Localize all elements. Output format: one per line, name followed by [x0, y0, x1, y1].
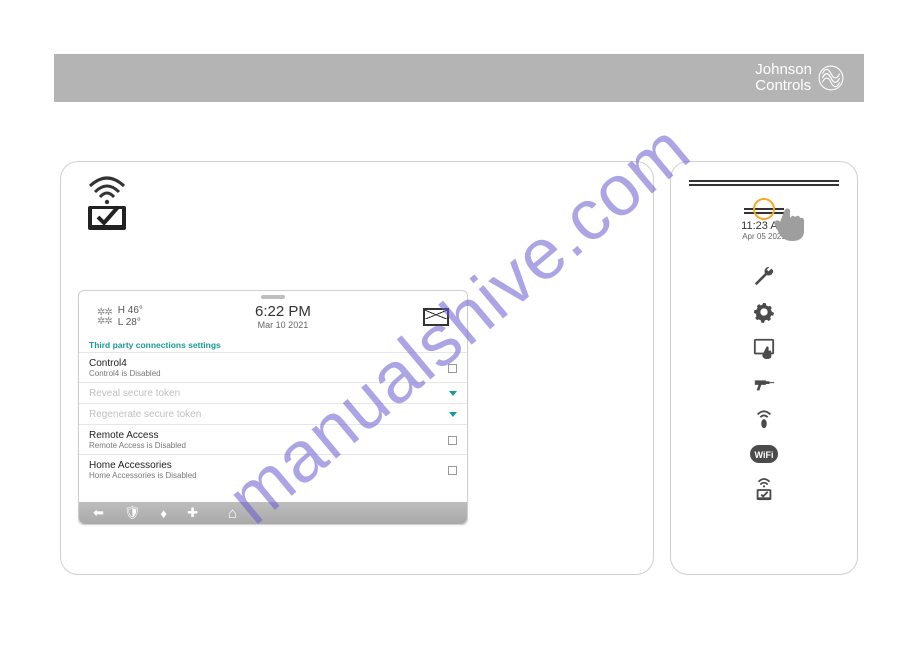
hand-tap-icon — [770, 202, 810, 242]
shield-icon[interactable]: 🛡 — [124, 505, 141, 521]
back-icon[interactable]: ⬅ — [93, 505, 104, 521]
brand-line1: Johnson — [755, 62, 812, 79]
hi-label: H — [118, 305, 125, 316]
gear-icon[interactable] — [753, 301, 775, 323]
chevron-down-icon[interactable] — [449, 412, 457, 417]
drag-handle-icon[interactable] — [689, 180, 839, 186]
side-panel: 11:23 AM Apr 05 2021 WiFi — [670, 161, 858, 575]
flame-icon[interactable]: ♦ — [160, 506, 167, 521]
lo-label: L — [118, 317, 123, 328]
row-title: Control4 — [89, 358, 161, 369]
hi-temp: 46° — [128, 305, 143, 316]
row-title: Home Accessories — [89, 460, 197, 471]
row-title: Regenerate secure token — [89, 409, 201, 420]
row-reveal-token[interactable]: Reveal secure token — [79, 382, 467, 403]
checkbox-icon[interactable] — [448, 436, 457, 445]
home-icon[interactable]: ⌂ — [228, 505, 237, 522]
settings-nav: WiFi — [750, 265, 778, 503]
row-control4[interactable]: Control4Control4 is Disabled — [79, 352, 467, 382]
medical-icon[interactable]: ✚ — [187, 505, 198, 521]
wrench-icon[interactable] — [753, 265, 775, 287]
weather-widget: ✲✲✲✲ H 46° L 28° — [97, 305, 143, 329]
chevron-down-icon[interactable] — [449, 391, 457, 396]
pull-down-gesture: 11:23 AM Apr 05 2021 — [689, 208, 839, 241]
mail-icon[interactable] — [423, 308, 449, 326]
brand-logo: Johnson Controls — [755, 62, 844, 95]
row-home-accessories[interactable]: Home AccessoriesHome Accessories is Disa… — [79, 454, 467, 484]
snowflake-icon: ✲✲✲✲ — [97, 308, 112, 326]
row-title: Reveal secure token — [89, 388, 180, 399]
svg-text:WiFi: WiFi — [755, 450, 774, 460]
brand-mark-icon — [818, 65, 844, 91]
checkbox-icon[interactable] — [448, 466, 457, 475]
bottom-nav: ⬅ 🛡 ♦ ✚ ⌂ — [79, 502, 467, 524]
wifi-badge-icon[interactable]: WiFi — [750, 445, 778, 463]
date-text: Mar 10 2021 — [255, 320, 311, 330]
row-title: Remote Access — [89, 430, 186, 441]
status-bar: ✲✲✲✲ H 46° L 28° 6:22 PM Mar 10 2021 — [79, 299, 467, 336]
touch-screen-icon[interactable] — [753, 337, 775, 359]
section-title: Third party connections settings — [79, 336, 467, 352]
drill-icon[interactable] — [753, 373, 775, 395]
lo-temp: 28° — [126, 317, 141, 328]
wifi-tablet-icon[interactable] — [753, 477, 775, 503]
brand-line2: Controls — [755, 78, 812, 95]
wifi-tablet-check-icon — [80, 174, 134, 234]
row-remote-access[interactable]: Remote AccessRemote Access is Disabled — [79, 424, 467, 454]
device-screen: ✲✲✲✲ H 46° L 28° 6:22 PM Mar 10 2021 Thi… — [78, 290, 468, 525]
sensor-icon[interactable] — [753, 409, 775, 431]
time-text: 6:22 PM — [255, 303, 311, 320]
checkbox-icon[interactable] — [448, 364, 457, 373]
row-sub: Control4 is Disabled — [89, 369, 161, 378]
row-sub: Remote Access is Disabled — [89, 441, 186, 450]
clock: 6:22 PM Mar 10 2021 — [255, 303, 311, 330]
page-header: Johnson Controls — [54, 54, 864, 102]
row-regenerate-token[interactable]: Regenerate secure token — [79, 403, 467, 424]
row-sub: Home Accessories is Disabled — [89, 471, 197, 480]
